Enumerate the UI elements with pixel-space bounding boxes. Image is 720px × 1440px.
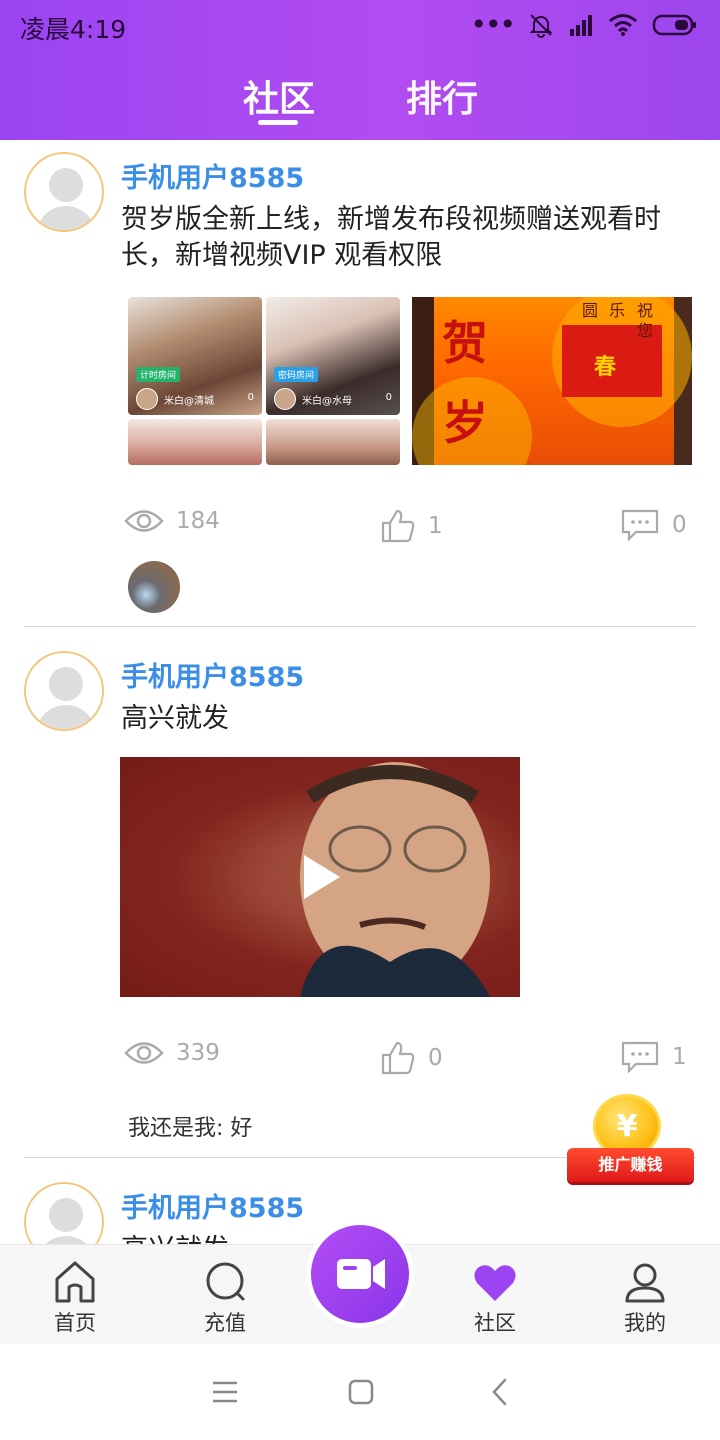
collage-tile [128,419,262,465]
banner-char: 乐 [609,301,626,320]
play-icon[interactable] [300,852,344,902]
tile-name: 米白@清城 [164,396,214,407]
status-icons: ••• [470,8,698,41]
thumbs-up-icon [381,1041,415,1075]
avatar[interactable] [24,651,104,731]
comment-author[interactable]: 我还是我: [128,1116,223,1141]
likes-count: 0 [428,1045,443,1071]
post-video[interactable] [120,757,520,997]
menu-icon[interactable] [210,1380,240,1404]
wifi-icon [609,14,637,36]
nav-label: 我的 [624,1311,666,1335]
likes-stat[interactable]: 1 [380,508,443,544]
nav-label: 充值 [204,1311,246,1335]
nav-item-community[interactable]: 社区 [445,1257,545,1337]
tile-count: 0 [385,392,392,403]
eye-icon [124,1042,164,1064]
room-tag: 密码房间 [274,367,319,382]
more-dots-icon: ••• [470,8,516,41]
nav-item-mine[interactable]: 我的 [595,1257,695,1337]
views-stat: 184 [124,508,220,534]
likes-count: 1 [428,513,443,539]
post-divider [24,626,696,627]
eye-icon [124,510,164,532]
video-camera-icon [337,1259,385,1289]
comments-count: 1 [672,1044,687,1070]
banner-char: 岁 [442,396,488,450]
nav-item-home[interactable]: 首页 [25,1257,125,1337]
tile-count: 0 [247,392,254,403]
nav-label: 社区 [474,1311,516,1335]
system-nav-bar [0,1344,720,1440]
views-count: 339 [176,1040,220,1066]
home-icon [55,1261,95,1303]
room-tag: 计时房间 [136,367,181,382]
promo-earn-button[interactable]: ¥ 推广赚钱 [563,1090,698,1200]
comments-stat[interactable]: 0 [620,508,687,542]
signal-icon [570,15,592,36]
post-stats: 184 1 0 [0,508,720,548]
back-icon[interactable] [489,1377,511,1407]
post-image-newyear[interactable]: 贺 岁 圆 乐 祝 您 春 [412,297,692,465]
comment-preview: 我还是我: 好 [128,1110,252,1142]
banner-char: 贺 [442,316,488,370]
bell-off-icon [529,14,553,38]
tab-ranking[interactable]: 排行 [406,70,478,122]
collage-tile: 密码房间 米白@水母 0 [266,297,400,415]
top-tabs: 社区 排行 [0,62,720,132]
tab-community[interactable]: 社区 [243,70,315,122]
thumbs-up-icon [381,509,415,543]
user-icon [625,1263,665,1303]
home-square-icon[interactable] [347,1378,375,1406]
tile-name: 米白@水母 [302,396,352,407]
comments-stat[interactable]: 1 [620,1040,687,1074]
banner-char: 您 [637,321,654,340]
mini-avatar [136,388,158,410]
avatar[interactable] [24,1182,104,1245]
post-username[interactable]: 手机用户8585 [121,655,304,694]
comments-count: 0 [672,512,687,538]
record-video-button[interactable] [306,1220,414,1328]
community-feed[interactable]: 手机用户8585 贺岁版全新上线，新增发布段视频赠送观看时长，新增视频VIP 观… [0,140,720,1245]
active-tab-indicator [258,120,298,125]
heart-icon [474,1265,516,1301]
mini-avatar [274,388,296,410]
post-username[interactable]: 手机用户8585 [121,156,304,195]
views-count: 184 [176,508,220,534]
app-screen: 凌晨4:19 ••• 社区 排行 手机用户8585 贺岁版全新上线，新增发布段视… [0,0,720,1440]
post-stats: 339 0 1 [0,1040,720,1080]
comment-text: 好 [230,1116,253,1141]
post-username[interactable]: 手机用户8585 [121,1186,304,1225]
battery-icon [652,14,696,36]
liker-avatar[interactable] [128,561,180,613]
comment-icon [621,1041,659,1074]
post-text: 贺岁版全新上线，新增发布段视频赠送观看时长，新增视频VIP 观看权限 [121,204,661,271]
post-image-collage[interactable]: 计时房间 米白@清城 0 密码房间 米白@水母 0 [128,297,400,465]
collage-tile [266,419,400,465]
avatar[interactable] [24,152,104,232]
nav-item-recharge[interactable]: 充值 [175,1257,275,1337]
likes-stat[interactable]: 0 [380,1040,443,1076]
views-stat: 339 [124,1040,220,1066]
nav-label: 首页 [54,1311,96,1335]
promo-label: 推广赚钱 [567,1148,694,1182]
banner-char: 春 [594,355,617,380]
status-bar: 凌晨4:19 ••• [0,0,720,50]
header: 凌晨4:19 ••• 社区 排行 [0,0,720,140]
post-text: 高兴就发 [121,703,229,734]
collage-tile: 计时房间 米白@清城 0 [128,297,262,415]
banner-char: 圆 [582,301,599,320]
search-icon [206,1262,245,1301]
status-time: 凌晨4:19 [20,15,127,44]
comment-icon [621,509,659,542]
